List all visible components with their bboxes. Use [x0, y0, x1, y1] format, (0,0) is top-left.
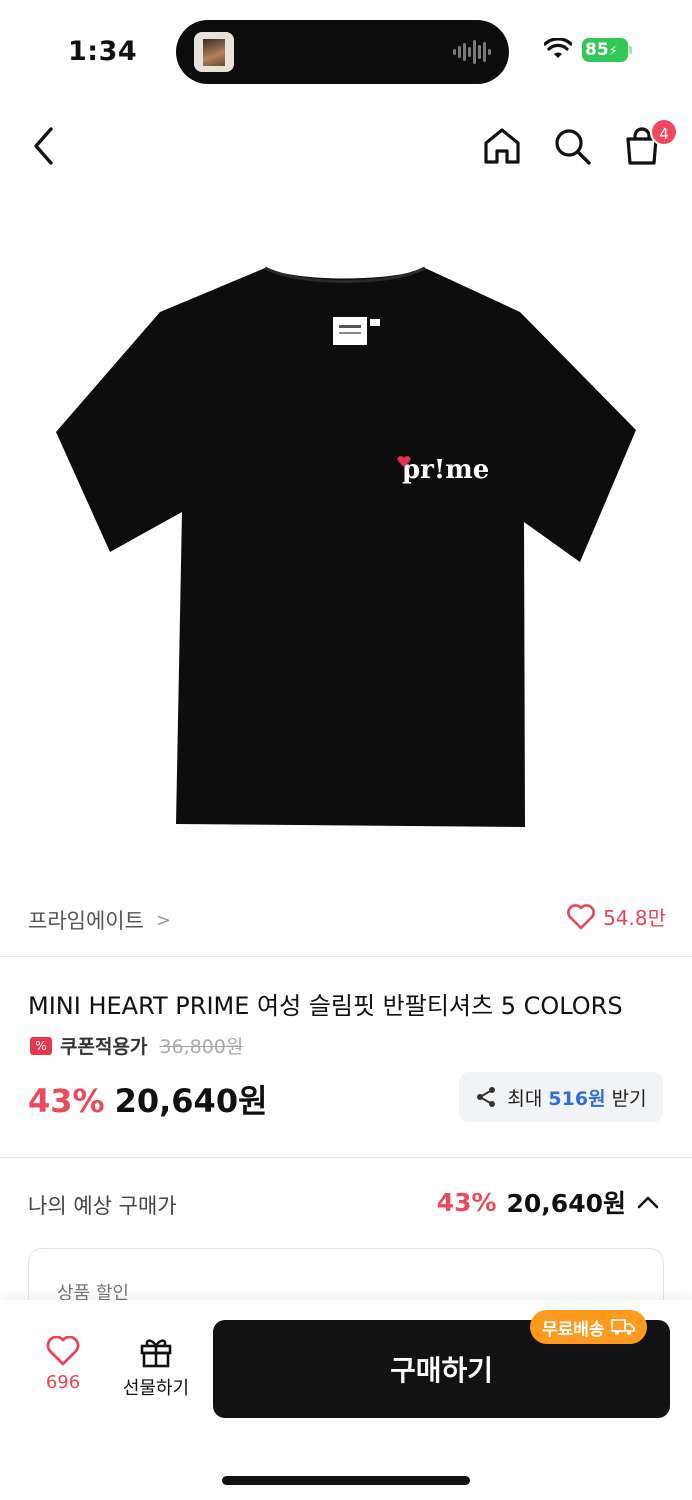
battery-indicator: 85⚡	[582, 38, 628, 62]
now-playing-artwork[interactable]	[194, 32, 234, 72]
neck-label	[333, 317, 367, 345]
coupon-price-row: % 쿠폰적용가 36,800원	[30, 1032, 243, 1059]
share-icon	[477, 1087, 496, 1107]
buy-label: 구매하기	[389, 1354, 494, 1387]
brand-like-count: 54.8만	[603, 906, 666, 930]
gift-icon	[140, 1339, 172, 1368]
original-price: 36,800원	[159, 1036, 244, 1058]
sale-price: 20,640원	[114, 1082, 268, 1120]
gift-button[interactable]: 선물하기	[114, 1336, 198, 1406]
brand-link[interactable]: 프라임에이트 >	[28, 905, 171, 935]
charging-bolt-icon: ⚡	[608, 44, 618, 59]
share-suffix: 받기	[611, 1087, 647, 1110]
estimated-discount-percent: 43%	[436, 1187, 497, 1217]
divider	[0, 1157, 692, 1158]
brand-like-button[interactable]: 54.8만	[567, 902, 666, 931]
estimated-price: 20,640원	[506, 1189, 626, 1218]
logo-text: pr!me	[402, 455, 489, 485]
share-reward-button[interactable]: 최대 516원 받기	[459, 1072, 663, 1122]
chevron-right-icon: >	[155, 909, 172, 931]
battery-cap	[629, 46, 632, 54]
tshirt-shape	[56, 268, 636, 827]
coupon-icon: %	[30, 1036, 52, 1055]
estimated-price-label: 나의 예상 구매가	[28, 1194, 177, 1218]
wifi-icon	[544, 38, 572, 58]
chevron-up-icon	[637, 1196, 659, 1209]
gift-label: 선물하기	[122, 1378, 190, 1399]
search-button[interactable]	[550, 124, 594, 168]
home-button[interactable]	[480, 124, 524, 168]
share-amount: 516원	[548, 1087, 606, 1110]
discount-percent: 43%	[28, 1082, 105, 1120]
free-shipping-badge: 무료배송	[530, 1310, 647, 1344]
truck-icon	[610, 1319, 635, 1335]
brand-name: 프라임에이트	[28, 909, 144, 933]
product-title: MINI HEART PRIME 여성 슬림핏 반팔티셔츠 5 COLORS	[28, 992, 623, 1020]
search-icon	[555, 129, 591, 165]
share-prefix: 최대	[507, 1087, 543, 1110]
audio-waveform-icon	[453, 40, 491, 64]
chevron-left-icon	[34, 127, 53, 165]
home-indicator[interactable]	[222, 1476, 470, 1485]
free-shipping-label: 무료배송	[542, 1319, 605, 1340]
estimated-price-toggle[interactable]: 43% 20,640원	[437, 1184, 660, 1220]
back-button[interactable]	[24, 126, 64, 166]
home-icon	[484, 128, 520, 164]
cart-count-badge: 4	[650, 118, 678, 146]
dynamic-island[interactable]	[176, 20, 509, 84]
like-count: 696	[45, 1372, 81, 1393]
product-image[interactable]: pr!me	[50, 262, 640, 832]
status-time: 1:34	[68, 36, 138, 67]
divider	[0, 956, 692, 957]
heart-icon	[567, 903, 595, 929]
coupon-label: 쿠폰적용가	[60, 1036, 148, 1058]
heart-icon	[46, 1336, 80, 1366]
like-button[interactable]: 696	[28, 1336, 98, 1406]
price-row: 43% 20,640원	[28, 1076, 268, 1122]
